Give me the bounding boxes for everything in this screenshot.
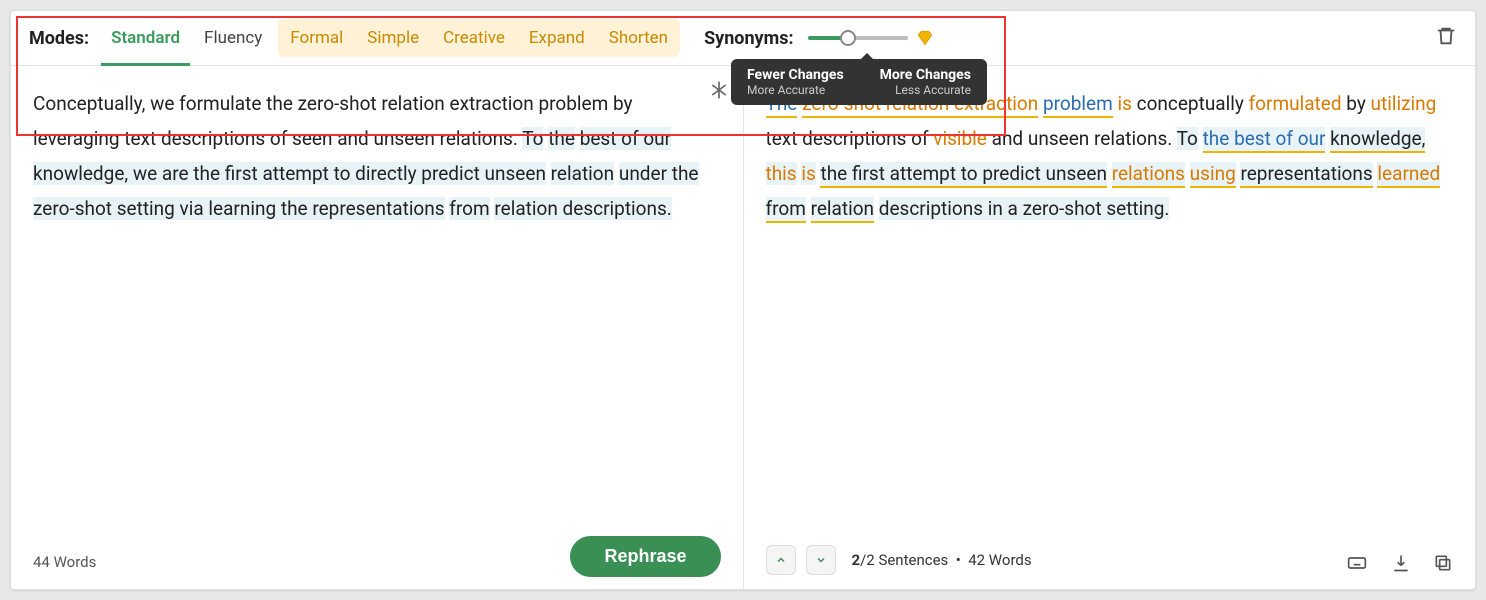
- text-segment[interactable]: the best of our: [1203, 127, 1326, 153]
- text-segment[interactable]: [575, 127, 580, 150]
- tooltip-left-sub: More Accurate: [747, 83, 844, 97]
- text-segment[interactable]: representations: [1240, 162, 1372, 188]
- text-segment[interactable]: the: [548, 127, 575, 150]
- text-segment[interactable]: this: [766, 162, 797, 185]
- synonyms-section: Synonyms:: [704, 28, 933, 49]
- tab-fluency[interactable]: Fluency: [192, 11, 274, 65]
- text-segment[interactable]: relation: [551, 162, 614, 185]
- panes: Conceptually, we formulate the zero-shot…: [11, 66, 1475, 589]
- copy-icon[interactable]: [1433, 553, 1453, 573]
- output-action-icons: [1345, 553, 1453, 573]
- freeze-icon[interactable]: [709, 80, 729, 100]
- synonyms-tooltip: Fewer Changes More Accurate More Changes…: [731, 59, 987, 105]
- toolbar: Modes: Standard Fluency Formal Simple Cr…: [11, 11, 1475, 66]
- app-window: Modes: Standard Fluency Formal Simple Cr…: [10, 10, 1476, 590]
- prev-sentence-button[interactable]: [766, 545, 796, 575]
- text-segment[interactable]: learned: [1377, 162, 1440, 188]
- tooltip-left-title: Fewer Changes: [747, 67, 844, 83]
- keyboard-icon[interactable]: [1345, 553, 1369, 573]
- text-segment[interactable]: knowledge,: [1330, 127, 1425, 153]
- text-segment[interactable]: [546, 162, 551, 185]
- text-segment[interactable]: To: [522, 127, 543, 150]
- trash-icon[interactable]: [1435, 25, 1457, 47]
- tooltip-right-sub: Less Accurate: [880, 83, 971, 97]
- tab-expand[interactable]: Expand: [517, 19, 597, 57]
- text-segment[interactable]: descriptions in a zero-shot setting.: [879, 197, 1170, 220]
- output-pane: The zero-shot relation extraction proble…: [744, 66, 1476, 589]
- tooltip-right-title: More Changes: [880, 67, 971, 83]
- premium-tab-group: Formal Simple Creative Expand Shorten: [278, 19, 680, 57]
- text-segment[interactable]: [806, 197, 811, 220]
- output-text[interactable]: The zero-shot relation extraction proble…: [766, 86, 1454, 227]
- synonyms-slider[interactable]: [808, 36, 908, 40]
- tooltip-left: Fewer Changes More Accurate: [747, 67, 844, 97]
- next-sentence-button[interactable]: [806, 545, 836, 575]
- tooltip-right: More Changes Less Accurate: [880, 67, 971, 97]
- text-segment[interactable]: and unseen relations.: [987, 127, 1177, 150]
- text-segment[interactable]: formulated: [1249, 92, 1342, 115]
- text-segment[interactable]: [1185, 162, 1190, 185]
- diamond-icon: [916, 29, 934, 47]
- download-icon[interactable]: [1391, 553, 1411, 573]
- tab-creative[interactable]: Creative: [431, 19, 517, 57]
- text-segment[interactable]: using: [1190, 162, 1236, 188]
- text-segment[interactable]: relation descriptions.: [494, 197, 671, 220]
- input-word-count: 44 Words: [33, 553, 96, 571]
- slider-thumb[interactable]: [840, 30, 856, 46]
- synonyms-label: Synonyms:: [704, 28, 793, 49]
- text-segment[interactable]: by: [1342, 92, 1371, 115]
- text-segment[interactable]: conceptually: [1132, 92, 1249, 115]
- text-segment[interactable]: relations: [1112, 162, 1185, 188]
- text-segment[interactable]: is: [801, 162, 815, 185]
- output-footer: 2/2 Sentences • 42 Words: [766, 545, 1032, 575]
- text-segment[interactable]: from: [766, 197, 806, 223]
- text-segment[interactable]: visible: [933, 127, 987, 150]
- tab-simple[interactable]: Simple: [355, 19, 431, 57]
- modes-label: Modes:: [29, 28, 89, 49]
- text-segment[interactable]: utilizing: [1371, 92, 1437, 115]
- mode-tabs: Standard Fluency Formal Simple Creative …: [99, 11, 680, 65]
- input-pane: Conceptually, we formulate the zero-shot…: [11, 66, 744, 589]
- tab-formal[interactable]: Formal: [278, 19, 355, 57]
- output-counts: 2/2 Sentences • 42 Words: [852, 551, 1032, 569]
- input-text[interactable]: Conceptually, we formulate the zero-shot…: [33, 86, 721, 227]
- text-segment[interactable]: is: [1117, 92, 1131, 115]
- text-segment[interactable]: problem: [1043, 92, 1113, 118]
- text-segment[interactable]: [1198, 127, 1203, 150]
- tab-standard[interactable]: Standard: [99, 11, 192, 65]
- text-segment[interactable]: text descriptions of: [766, 127, 934, 150]
- text-segment[interactable]: from: [449, 197, 489, 220]
- text-segment[interactable]: [1107, 162, 1112, 185]
- rephrase-button[interactable]: Rephrase: [570, 536, 720, 577]
- text-segment[interactable]: relation: [811, 197, 874, 223]
- text-segment[interactable]: To: [1177, 127, 1198, 150]
- tab-shorten[interactable]: Shorten: [597, 19, 680, 57]
- text-segment[interactable]: the first attempt to predict unseen: [820, 162, 1106, 188]
